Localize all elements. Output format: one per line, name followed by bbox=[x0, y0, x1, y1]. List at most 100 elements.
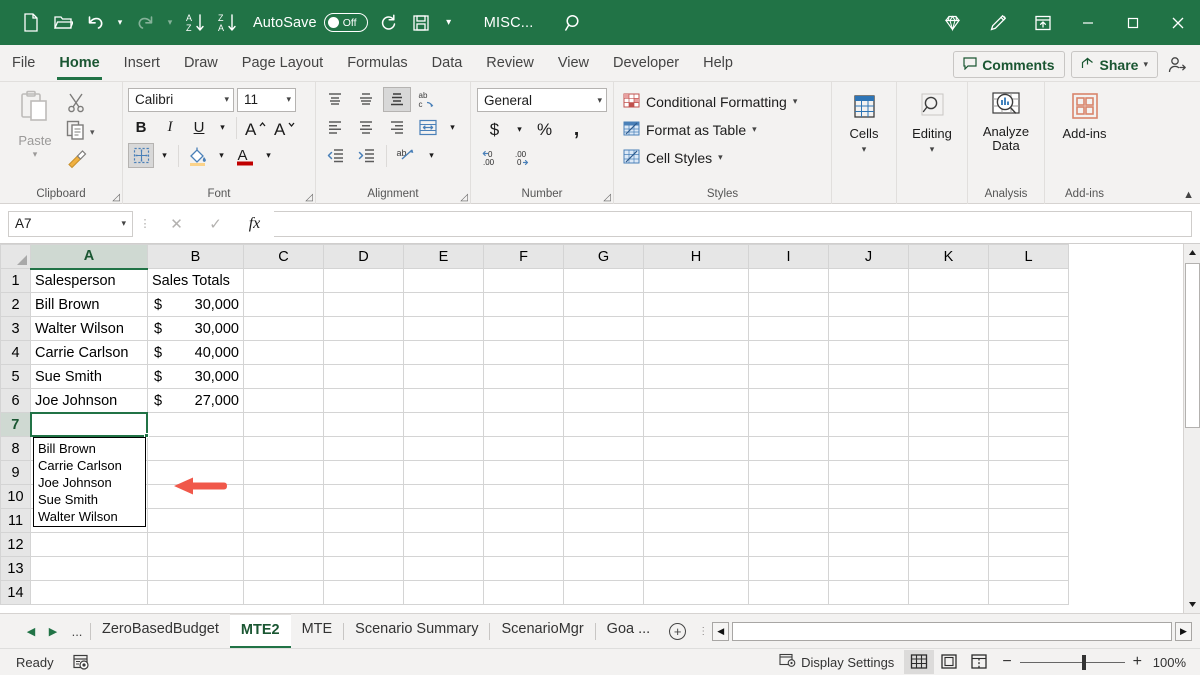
cell-g6[interactable] bbox=[564, 389, 644, 413]
list-item[interactable]: Walter Wilson bbox=[34, 508, 145, 525]
number-dialog-launcher[interactable]: ◿ bbox=[603, 192, 611, 203]
cell-f1[interactable] bbox=[484, 269, 564, 293]
cell-k11[interactable] bbox=[909, 509, 989, 533]
tab-review[interactable]: Review bbox=[474, 47, 546, 81]
fill-color-button[interactable] bbox=[185, 143, 211, 168]
scroll-up-button[interactable] bbox=[1184, 244, 1200, 261]
cell-j12[interactable] bbox=[829, 533, 909, 557]
tab-help[interactable]: Help bbox=[691, 47, 745, 81]
tab-draw[interactable]: Draw bbox=[172, 47, 230, 81]
tab-page-layout[interactable]: Page Layout bbox=[230, 47, 335, 81]
cell-e5[interactable] bbox=[404, 365, 484, 389]
cell-k2[interactable] bbox=[909, 293, 989, 317]
cell-i4[interactable] bbox=[749, 341, 829, 365]
cell-j1[interactable] bbox=[829, 269, 909, 293]
italic-button[interactable]: I bbox=[157, 115, 183, 140]
cell-i7[interactable] bbox=[749, 413, 829, 437]
alignment-dialog-launcher[interactable]: ◿ bbox=[460, 192, 468, 203]
share-chevron-down-icon[interactable]: ▾ bbox=[1143, 59, 1148, 70]
close-button[interactable] bbox=[1155, 0, 1200, 45]
top-align-button[interactable] bbox=[321, 87, 349, 112]
zoom-track[interactable] bbox=[1020, 662, 1125, 663]
cell-i2[interactable] bbox=[749, 293, 829, 317]
number-format-chevron-down-icon[interactable]: ▾ bbox=[597, 95, 602, 106]
column-header-c[interactable]: C bbox=[244, 245, 324, 269]
row-header-7[interactable]: 7 bbox=[1, 413, 31, 437]
minimize-button[interactable] bbox=[1065, 0, 1110, 45]
scroll-right-button[interactable]: ▶ bbox=[1175, 622, 1192, 641]
cell-d5[interactable] bbox=[324, 365, 404, 389]
cell-a6[interactable]: Joe Johnson bbox=[31, 389, 148, 413]
cell-j3[interactable] bbox=[829, 317, 909, 341]
list-item[interactable]: Sue Smith bbox=[34, 491, 145, 508]
cell-c2[interactable] bbox=[244, 293, 324, 317]
cell-k12[interactable] bbox=[909, 533, 989, 557]
row-header-8[interactable]: 8 bbox=[1, 437, 31, 461]
cell-g12[interactable] bbox=[564, 533, 644, 557]
cell-k13[interactable] bbox=[909, 557, 989, 581]
underline-chevron-down-icon[interactable]: ▾ bbox=[215, 115, 230, 140]
cell-g11[interactable] bbox=[564, 509, 644, 533]
cell-h2[interactable] bbox=[644, 293, 749, 317]
cell-h14[interactable] bbox=[644, 581, 749, 605]
cell-i5[interactable] bbox=[749, 365, 829, 389]
cell-b12[interactable] bbox=[148, 533, 244, 557]
cell-e6[interactable] bbox=[404, 389, 484, 413]
wrap-text-chevron-down-icon[interactable]: ▾ bbox=[445, 115, 460, 140]
cell-a13[interactable] bbox=[31, 557, 148, 581]
cell-j7[interactable] bbox=[829, 413, 909, 437]
cell-h7[interactable] bbox=[644, 413, 749, 437]
cell-b11[interactable] bbox=[148, 509, 244, 533]
cell-d13[interactable] bbox=[324, 557, 404, 581]
wrap-text-button[interactable] bbox=[414, 115, 442, 140]
accounting-format-button[interactable]: $ bbox=[480, 117, 509, 142]
cell-styles-chevron-down-icon[interactable]: ▾ bbox=[718, 152, 723, 163]
cell-f12[interactable] bbox=[484, 533, 564, 557]
refresh-icon[interactable] bbox=[374, 8, 404, 38]
cell-l5[interactable] bbox=[989, 365, 1069, 389]
bold-button[interactable]: B bbox=[128, 115, 154, 140]
cell-b13[interactable] bbox=[148, 557, 244, 581]
font-color-chevron-down-icon[interactable]: ▾ bbox=[261, 143, 276, 168]
add-sheet-button[interactable]: + bbox=[669, 623, 686, 640]
cell-d2[interactable] bbox=[324, 293, 404, 317]
tab-insert[interactable]: Insert bbox=[112, 47, 172, 81]
cell-j2[interactable] bbox=[829, 293, 909, 317]
list-item[interactable]: Joe Johnson bbox=[34, 474, 145, 491]
cell-i8[interactable] bbox=[749, 437, 829, 461]
cell-f4[interactable] bbox=[484, 341, 564, 365]
cell-e1[interactable] bbox=[404, 269, 484, 293]
font-size-combo[interactable]: 11 ▾ bbox=[237, 88, 296, 112]
autosave-control[interactable]: AutoSave Off bbox=[253, 13, 368, 32]
diamond-premium-icon[interactable] bbox=[930, 0, 975, 45]
cell-c10[interactable] bbox=[244, 485, 324, 509]
cell-b2[interactable]: $30,000 bbox=[148, 293, 244, 317]
row-header-13[interactable]: 13 bbox=[1, 557, 31, 581]
formula-input[interactable] bbox=[274, 211, 1192, 237]
cell-b3[interactable]: $30,000 bbox=[148, 317, 244, 341]
conditional-formatting-button[interactable]: Conditional Formatting ▾ bbox=[619, 89, 801, 114]
font-dialog-launcher[interactable]: ◿ bbox=[305, 192, 313, 203]
cell-f7[interactable] bbox=[484, 413, 564, 437]
redo-icon[interactable] bbox=[130, 8, 160, 38]
sheet-tab-scenariomgr[interactable]: ScenarioMgr bbox=[490, 614, 594, 648]
cell-g4[interactable] bbox=[564, 341, 644, 365]
zoom-in-button[interactable]: + bbox=[1133, 653, 1142, 671]
scroll-down-button[interactable] bbox=[1184, 596, 1200, 613]
cell-l6[interactable] bbox=[989, 389, 1069, 413]
percent-format-button[interactable]: % bbox=[530, 117, 559, 142]
share-person-icon[interactable] bbox=[1164, 52, 1190, 78]
tab-file[interactable]: File bbox=[0, 47, 47, 81]
cell-k14[interactable] bbox=[909, 581, 989, 605]
cell-c4[interactable] bbox=[244, 341, 324, 365]
cell-c1[interactable] bbox=[244, 269, 324, 293]
sheet-tab-mte[interactable]: MTE bbox=[291, 614, 344, 648]
column-header-h[interactable]: H bbox=[644, 245, 749, 269]
cell-i13[interactable] bbox=[749, 557, 829, 581]
cell-b14[interactable] bbox=[148, 581, 244, 605]
middle-align-button[interactable] bbox=[352, 87, 380, 112]
cell-e13[interactable] bbox=[404, 557, 484, 581]
row-header-9[interactable]: 9 bbox=[1, 461, 31, 485]
cell-g7[interactable] bbox=[564, 413, 644, 437]
vertical-scrollbar[interactable] bbox=[1183, 244, 1200, 613]
